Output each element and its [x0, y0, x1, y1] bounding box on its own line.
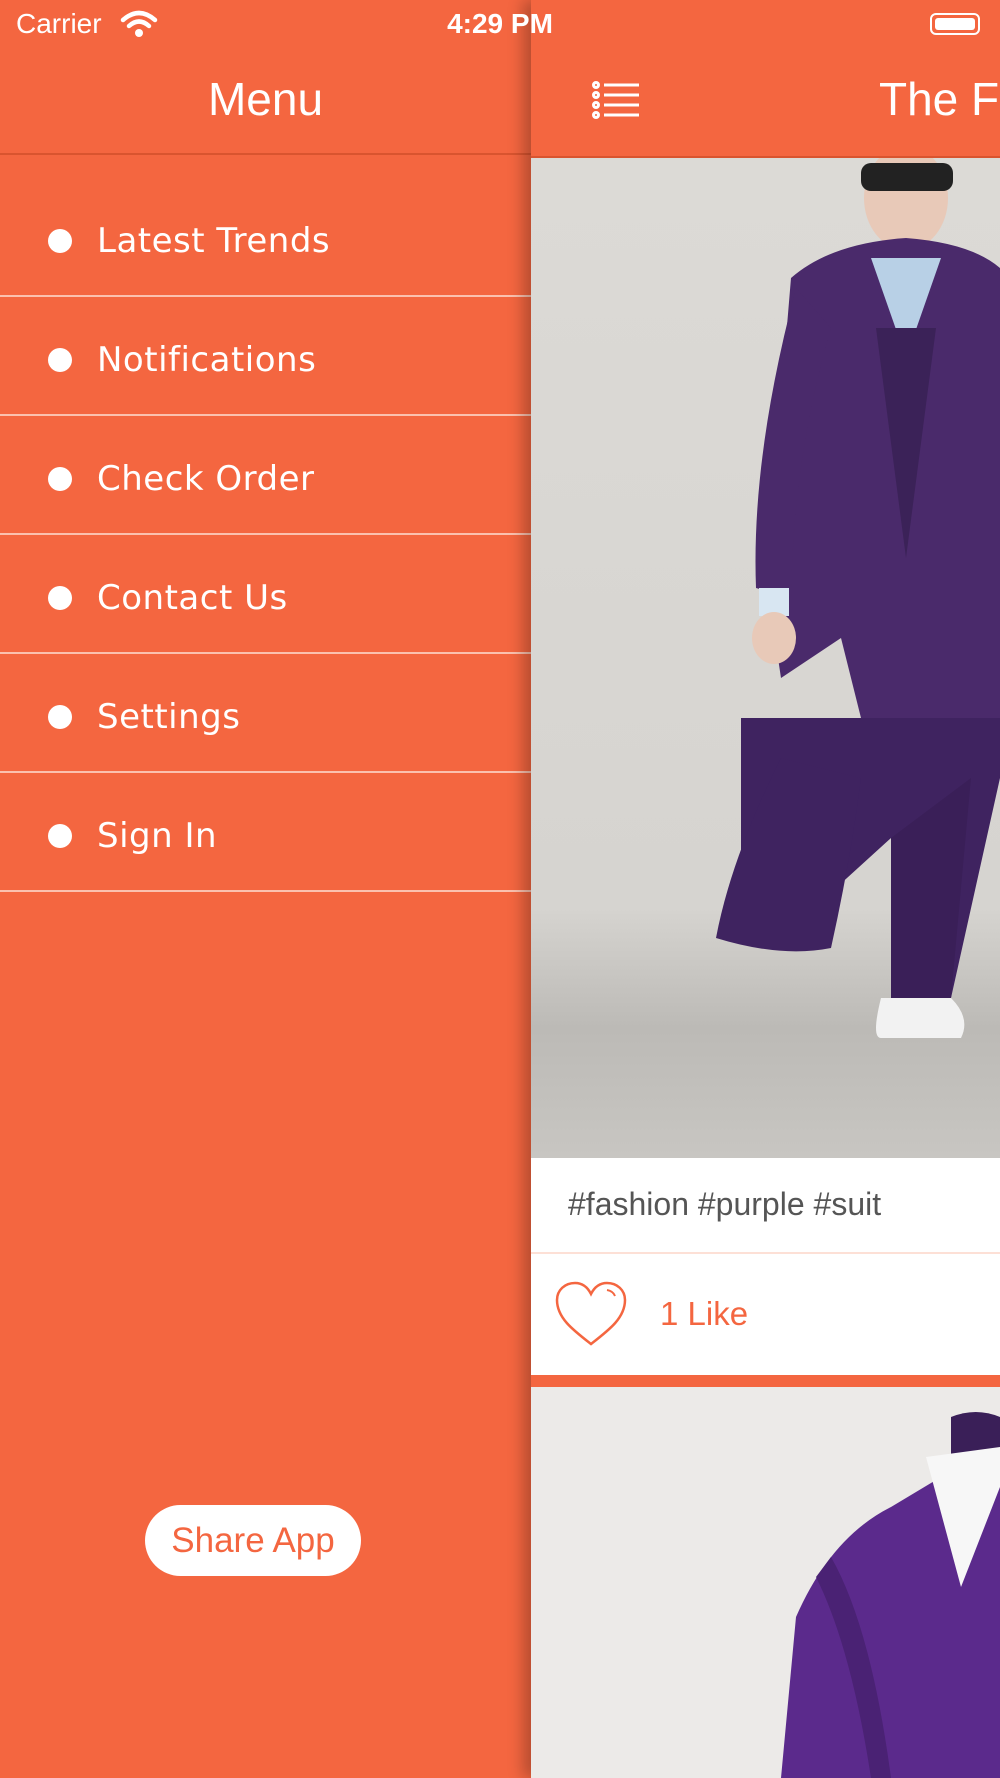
side-menu: Menu Latest Trends Notifications Check O…	[0, 0, 531, 1778]
bullet-icon	[48, 467, 72, 491]
bullet-icon	[48, 229, 72, 253]
main-content: The F #fashion #purple #suit 1 Like	[531, 0, 1000, 1778]
card-separator	[531, 1375, 1000, 1387]
share-app-button[interactable]: Share App	[145, 1505, 361, 1576]
menu-item-latest-trends[interactable]: Latest Trends	[0, 178, 531, 297]
post-photo[interactable]	[531, 158, 1000, 1158]
menu-item-label: Sign In	[97, 816, 218, 856]
bullet-icon	[48, 705, 72, 729]
menu-item-notifications[interactable]: Notifications	[0, 297, 531, 416]
suit-model-illustration	[716, 158, 1000, 1038]
clock: 4:29 PM	[447, 8, 553, 39]
menu-title: Menu	[207, 73, 324, 125]
menu-list: Latest Trends Notifications Check Order …	[0, 178, 531, 892]
bullet-icon	[48, 348, 72, 372]
hashtags: #fashion #purple #suit	[568, 1186, 882, 1222]
heart-icon[interactable]	[553, 1280, 629, 1348]
bullet-icon	[48, 586, 72, 610]
battery-icon	[930, 13, 980, 35]
page-title: The F	[879, 73, 1000, 125]
suit-jacket-illustration	[781, 1412, 1000, 1778]
menu-item-contact-us[interactable]: Contact Us	[0, 535, 531, 654]
menu-item-label: Contact Us	[97, 578, 288, 618]
post-tags: #fashion #purple #suit	[531, 1158, 1000, 1254]
status-bar: Carrier 4:29 PM	[0, 0, 1000, 52]
menu-item-label: Check Order	[97, 459, 315, 499]
post-photo-2[interactable]	[531, 1387, 1000, 1778]
menu-item-check-order[interactable]: Check Order	[0, 416, 531, 535]
menu-item-label: Notifications	[97, 340, 317, 380]
menu-item-label: Latest Trends	[97, 221, 331, 261]
menu-item-settings[interactable]: Settings	[0, 654, 531, 773]
post-actions: 1 Like	[531, 1254, 1000, 1375]
menu-item-label: Settings	[97, 697, 241, 737]
menu-item-sign-in[interactable]: Sign In	[0, 773, 531, 892]
like-count[interactable]: 1 Like	[660, 1295, 748, 1333]
bullet-icon	[48, 824, 72, 848]
menu-header-divider	[0, 153, 531, 155]
list-menu-icon[interactable]	[591, 80, 641, 120]
